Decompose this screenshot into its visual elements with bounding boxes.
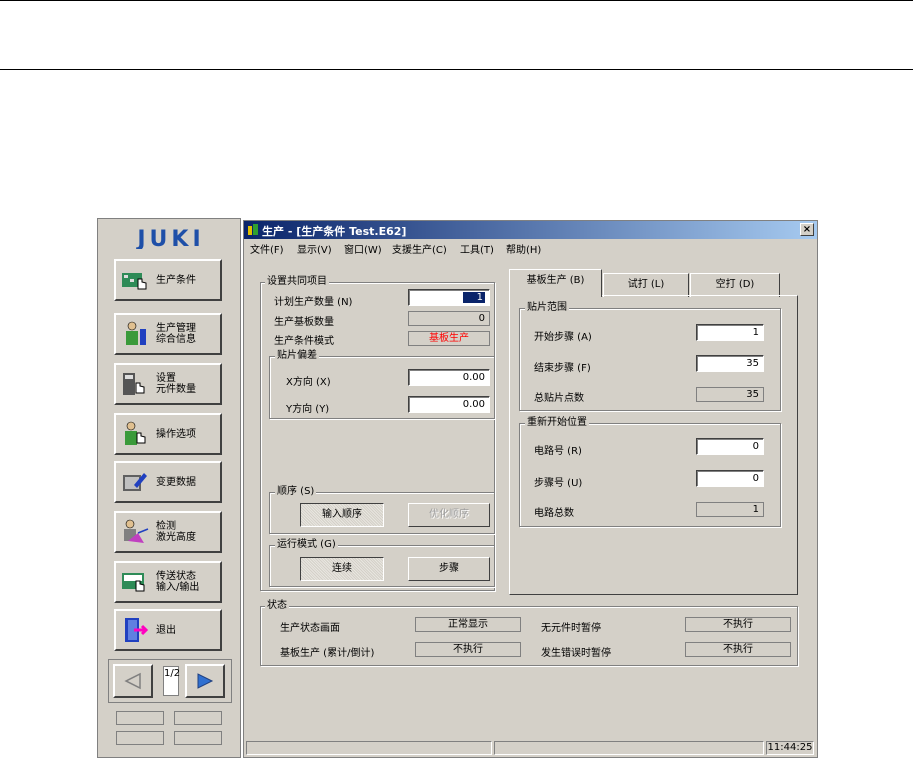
exit-button[interactable]: 退出	[114, 609, 222, 651]
status-bar: 11:44:25	[244, 740, 817, 757]
input-order-button[interactable]: 输入顺序	[300, 503, 384, 527]
circuit-total-label: 电路总数	[534, 508, 574, 519]
tab-board-production[interactable]: 基板生产 (B)	[509, 269, 602, 297]
page-navigator: 1/2	[108, 659, 232, 703]
production-conditions-button[interactable]: 生产条件	[114, 259, 222, 301]
laser-height-check-button[interactable]: 检测 激光高度	[114, 511, 222, 553]
close-button[interactable]: ×	[800, 223, 814, 236]
restart-position-legend: 重新开始位置	[525, 417, 589, 429]
run-mode-legend: 运行模式 (G)	[275, 539, 338, 551]
triangle-right-icon	[197, 673, 214, 689]
left-nav-panel: JUKI 生产条件 生产管理 综合信息 设置 元件数量 操作选项 变更数据 检测…	[97, 218, 241, 758]
total-points-value: 35	[696, 387, 764, 402]
circuit-total-value: 1	[696, 502, 764, 517]
title-bar: 生产 - [生产条件 Test.E62] ×	[244, 221, 817, 239]
pcb-hand-icon	[122, 273, 147, 290]
menu-view[interactable]: 显示(V)	[297, 241, 332, 256]
board-count-mode-label: 基板生产 (累计/倒计)	[280, 648, 375, 659]
tab-dry-run[interactable]: 空打 (D)	[690, 273, 780, 297]
produced-count-label: 生产基板数量	[274, 317, 334, 328]
reel-hand-icon	[123, 373, 145, 395]
laser-icon	[124, 519, 149, 543]
window-title: 生产 - [生产条件 Test.E62]	[262, 225, 407, 238]
operator-info-icon	[126, 321, 146, 345]
no-component-pause-label: 无元件时暂停	[541, 623, 601, 634]
edit-data-icon	[123, 473, 147, 491]
x-offset-label: X方向 (X)	[286, 377, 331, 388]
menu-window[interactable]: 窗口(W)	[344, 241, 382, 256]
change-data-button[interactable]: 变更数据	[114, 461, 222, 503]
app-icon	[248, 224, 258, 235]
offset-legend: 贴片偏差	[275, 350, 319, 362]
mode-value: 基板生产	[408, 331, 490, 346]
exit-door-icon	[125, 618, 149, 642]
continuous-mode-button[interactable]: 连续	[300, 557, 384, 581]
y-offset-input[interactable]: 0.00	[408, 396, 490, 413]
next-page-button[interactable]	[185, 664, 225, 698]
set-component-count-button[interactable]: 设置 元件数量	[114, 363, 222, 405]
clock: 11:44:25	[766, 741, 814, 755]
operation-options-button[interactable]: 操作选项	[114, 413, 222, 455]
common-settings-legend: 设置共同项目	[265, 276, 329, 288]
menu-production-support[interactable]: 支援生产(C)	[392, 241, 447, 256]
total-points-label: 总贴片点数	[534, 393, 584, 404]
no-component-pause-value: 不执行	[685, 617, 791, 632]
menu-tools[interactable]: 工具(T)	[460, 241, 494, 256]
header-rule	[0, 69, 913, 70]
production-window: 生产 - [生产条件 Test.E62] × 文件(F) 显示(V) 窗口(W)…	[243, 220, 818, 758]
top-rule	[0, 0, 913, 1]
order-legend: 顺序 (S)	[275, 486, 317, 498]
step-no-label: 步骤号 (U)	[534, 478, 583, 489]
transfer-status-io-button[interactable]: 传送状态 输入/输出	[114, 561, 222, 603]
start-step-input[interactable]: 1	[696, 324, 764, 341]
status-legend: 状态	[265, 600, 289, 612]
screen-status-label: 生产状态画面	[280, 623, 340, 634]
y-offset-label: Y方向 (Y)	[286, 404, 330, 415]
start-step-label: 开始步骤 (A)	[534, 332, 592, 343]
optimize-order-button[interactable]: 优化顺序	[408, 503, 490, 527]
triangle-left-icon	[124, 672, 141, 690]
planned-count-input[interactable]: 1	[408, 289, 490, 306]
status-box-4	[174, 731, 222, 745]
produced-count-value: 0	[408, 311, 490, 326]
status-box-1	[116, 711, 164, 725]
mode-label: 生产条件模式	[274, 336, 334, 347]
x-offset-input[interactable]: 0.00	[408, 369, 490, 386]
prev-page-button[interactable]	[113, 664, 153, 698]
screen-status-value: 正常显示	[415, 617, 521, 632]
menu-help[interactable]: 帮助(H)	[506, 241, 541, 256]
status-cell-2	[494, 741, 764, 755]
mount-range-legend: 贴片范围	[525, 302, 569, 314]
menu-bar: 文件(F) 显示(V) 窗口(W) 支援生产(C) 工具(T) 帮助(H)	[244, 239, 817, 256]
board-count-mode-value: 不执行	[415, 642, 521, 657]
status-cell-1	[246, 741, 492, 755]
step-mode-button[interactable]: 步骤	[408, 557, 490, 581]
page-indicator: 1/2	[163, 666, 180, 696]
svg-text:JUKI: JUKI	[135, 227, 204, 249]
end-step-input[interactable]: 35	[696, 355, 764, 372]
status-box-2	[174, 711, 222, 725]
error-pause-label: 发生错误时暂停	[541, 648, 611, 659]
io-hand-icon	[122, 573, 145, 592]
operator-hand-icon	[125, 421, 146, 445]
step-no-input[interactable]: 0	[696, 470, 764, 487]
end-step-label: 结束步骤 (F)	[534, 363, 591, 374]
circuit-no-input[interactable]: 0	[696, 438, 764, 455]
juki-logo: JUKI	[135, 227, 204, 249]
menu-file[interactable]: 文件(F)	[250, 241, 284, 256]
status-box-3	[116, 731, 164, 745]
tab-trial-run[interactable]: 试打 (L)	[603, 273, 689, 297]
planned-count-label: 计划生产数量 (N)	[274, 297, 353, 308]
error-pause-value: 不执行	[685, 642, 791, 657]
circuit-no-label: 电路号 (R)	[534, 446, 582, 457]
production-management-button[interactable]: 生产管理 综合信息	[114, 313, 222, 355]
